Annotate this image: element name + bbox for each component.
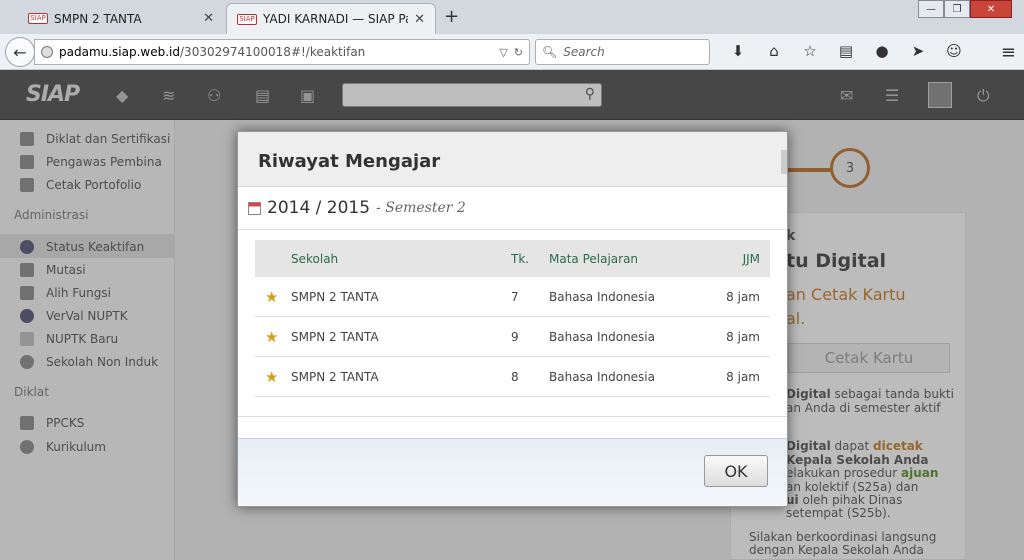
download-icon[interactable]: ⬇ <box>720 42 756 60</box>
calendar-icon <box>248 201 261 215</box>
search-icon: 🔍︎ <box>542 45 558 59</box>
table-row: ★ SMPN 2 TANTA 9 Bahasa Indonesia 8 jam <box>255 317 770 357</box>
star-icon: ★ <box>265 367 279 386</box>
table-header: Sekolah Tk. Mata Pelajaran JJM <box>255 240 770 277</box>
url-text: padamu.siap.web.id/30302974100018#!/keak… <box>59 45 366 59</box>
table-row: ★ SMPN 2 TANTA 7 Bahasa Indonesia 8 jam <box>255 277 770 317</box>
reading-list-icon[interactable]: ▤ <box>828 42 864 60</box>
tab-label: YADI KARNADI — SIAP Pa... <box>263 12 409 26</box>
dialog-footer: OK <box>238 438 787 506</box>
reload-icon[interactable]: ↻ <box>514 46 523 59</box>
hamburger-menu-icon[interactable]: ≡ <box>1001 42 1016 63</box>
chat-icon[interactable]: ☺ <box>936 42 972 60</box>
close-window-icon[interactable]: ✕ <box>970 0 1012 18</box>
siap-favicon-icon: SIAP <box>28 13 48 24</box>
maximize-icon[interactable]: ❐ <box>944 0 970 18</box>
column-header-hours: JJM <box>742 251 760 266</box>
tab-yadi-karnadi[interactable]: SIAP YADI KARNADI — SIAP Pa... ✕ <box>226 3 436 34</box>
new-tab-icon[interactable]: + <box>444 6 459 27</box>
browser-nav-bar: ← padamu.siap.web.id/30302974100018#!/ke… <box>0 34 1024 70</box>
column-header-subject: Mata Pelajaran <box>549 251 639 266</box>
riwayat-mengajar-dialog: Riwayat Mengajar 2014 / 2015 - Semester … <box>237 131 788 507</box>
table-row: ★ SMPN 2 TANTA 8 Bahasa Indonesia 8 jam <box>255 357 770 397</box>
siap-favicon-icon: SIAP <box>237 13 257 25</box>
teaching-history-table: Sekolah Tk. Mata Pelajaran JJM ★ SMPN 2 … <box>255 240 770 397</box>
address-bar[interactable]: padamu.siap.web.id/30302974100018#!/keak… <box>34 39 530 65</box>
search-input[interactable]: 🔍︎ Search <box>535 39 710 65</box>
scrollbar-thumb[interactable] <box>781 150 787 174</box>
dialog-header: Riwayat Mengajar <box>238 132 787 187</box>
dialog-title: Riwayat Mengajar <box>258 151 441 172</box>
browser-tab-bar: SIAP SMPN 2 TANTA ✕ SIAP YADI KARNADI — … <box>0 0 1024 34</box>
divider <box>238 229 787 230</box>
column-header-grade: Tk. <box>511 251 530 266</box>
ok-button[interactable]: OK <box>704 455 768 487</box>
back-button[interactable]: ← <box>5 37 35 67</box>
tab-smpn[interactable]: SIAP SMPN 2 TANTA ✕ <box>18 3 224 34</box>
home-icon[interactable]: ⌂ <box>756 42 792 60</box>
extension-icon[interactable]: ● <box>864 42 900 60</box>
tab-label: SMPN 2 TANTA <box>54 11 142 26</box>
close-tab-icon[interactable]: ✕ <box>203 11 214 26</box>
globe-icon <box>41 46 53 58</box>
window-controls: — ❐ ✕ <box>918 0 1012 18</box>
back-arrow-icon: ← <box>13 42 27 62</box>
academic-year-heading: 2014 / 2015 - Semester 2 <box>248 198 466 218</box>
send-icon[interactable]: ➤ <box>900 42 936 60</box>
close-tab-icon[interactable]: ✕ <box>414 12 425 27</box>
minimize-icon[interactable]: — <box>918 0 944 18</box>
dropdown-icon[interactable]: ▽ <box>499 46 507 59</box>
divider <box>238 416 787 417</box>
star-icon: ★ <box>265 287 279 306</box>
bookmark-star-icon[interactable]: ☆ <box>792 42 828 60</box>
star-icon: ★ <box>265 327 279 346</box>
column-header-school: Sekolah <box>291 251 339 266</box>
